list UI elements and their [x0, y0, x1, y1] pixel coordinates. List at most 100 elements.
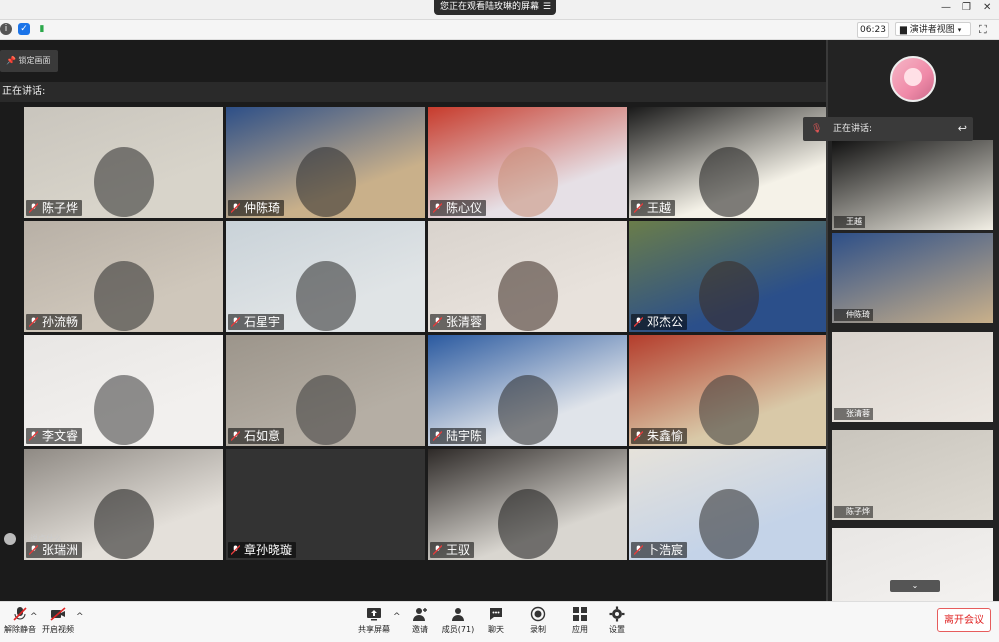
- invite-button[interactable]: 邀请: [400, 606, 440, 635]
- sidebar-video-tile[interactable]: 王越: [832, 140, 993, 230]
- participant-name-text: 王越: [647, 201, 672, 215]
- muted-mic-icon: [433, 203, 442, 213]
- participant-name: 仲陈琦: [228, 200, 285, 216]
- video-tile[interactable]: 卜浩宸: [629, 449, 828, 560]
- participant-name-text: 邓杰公: [647, 315, 684, 329]
- video-tile[interactable]: 石如意: [226, 335, 425, 446]
- record-button[interactable]: 录制: [518, 606, 558, 635]
- close-icon[interactable]: ✕: [983, 2, 991, 14]
- video-stage: 📌 锁定画面 正在讲话: 陈子烨 仲陈琦 陈心仪 王越 孙流畅 石星宇 张清蓉 邓杰公 李文睿 石…: [0, 40, 828, 601]
- chevron-down-icon[interactable]: ⌄: [890, 580, 940, 592]
- record-icon: [530, 606, 546, 622]
- video-tile[interactable]: 仲陈琦: [226, 107, 425, 218]
- participant-name-text: 孙流畅: [42, 315, 79, 329]
- speaking-popup: 🎙 正在讲话: ↩: [803, 117, 973, 141]
- avatar[interactable]: [890, 56, 936, 102]
- participant-name: 李文睿: [26, 428, 83, 444]
- restore-icon[interactable]: ❐: [962, 2, 971, 14]
- meeting-toolbar: 解除静音 ^ 开启视频 ^ 共享屏幕 ^ 邀请 成员(71) 聊天 录制 应用 …: [0, 601, 999, 642]
- chevron-up-icon[interactable]: ^: [76, 612, 84, 622]
- video-tile[interactable]: 陈子烨: [24, 107, 223, 218]
- chat-icon: [490, 608, 502, 620]
- hamburger-icon[interactable]: ☰: [543, 0, 551, 15]
- participant-name: 陈心仪: [430, 200, 487, 216]
- sidebar-video-tile[interactable]: 张清蓉: [832, 332, 993, 422]
- muted-mic-icon: [231, 431, 240, 441]
- share-screen-button[interactable]: 共享屏幕: [354, 606, 394, 635]
- video-tile[interactable]: 石星宇: [226, 221, 425, 332]
- leave-meeting-button[interactable]: 离开会议: [937, 608, 991, 632]
- screen-share-notice[interactable]: 您正在观看陆玫琳的屏幕 ☰: [434, 0, 556, 15]
- participant-name: 张清蓉: [834, 408, 873, 420]
- video-tile[interactable]: 章孙晓璇: [226, 449, 425, 560]
- video-tile[interactable]: 张清蓉: [428, 221, 627, 332]
- participant-name: 仲陈琦: [834, 309, 873, 321]
- participant-name: 王越: [631, 200, 676, 216]
- participant-name: 石星宇: [228, 314, 285, 330]
- muted-mic-icon: [29, 431, 38, 441]
- video-tile[interactable]: 邓杰公: [629, 221, 828, 332]
- start-video-button[interactable]: 开启视频: [38, 606, 78, 635]
- muted-mic-icon: [634, 545, 643, 555]
- meeting-info-bar: i ✓ ▮ 06:23 ▆ 演讲者视图 ▾ ⛶: [0, 20, 999, 40]
- signal-icon[interactable]: ▮: [36, 23, 48, 35]
- fullscreen-icon[interactable]: ⛶: [979, 23, 987, 37]
- video-tile[interactable]: 王越: [629, 107, 828, 218]
- video-tile[interactable]: 陆宇陈: [428, 335, 627, 446]
- video-tile[interactable]: 王驭: [428, 449, 627, 560]
- lock-view-label: 锁定画面: [18, 56, 51, 65]
- participant-name-text: 王越: [846, 217, 862, 226]
- participant-silhouette: [94, 375, 154, 445]
- pin-icon: 📌: [6, 56, 16, 65]
- participant-name-text: 章孙晓璇: [244, 543, 293, 557]
- participant-name-text: 仲陈琦: [244, 201, 281, 215]
- sidebar-video-tile[interactable]: 陈子烨: [832, 430, 993, 520]
- unmute-label: 解除静音: [4, 625, 36, 634]
- participant-silhouette: [498, 147, 558, 217]
- return-icon[interactable]: ↩: [958, 117, 967, 141]
- participant-silhouette: [498, 489, 558, 559]
- video-tile[interactable]: 陈心仪: [428, 107, 627, 218]
- participant-name-text: 陈子烨: [846, 507, 870, 516]
- participant-silhouette: [296, 375, 356, 445]
- participant-name-text: 仲陈琦: [846, 310, 870, 319]
- participant-silhouette: [699, 147, 759, 217]
- settings-button[interactable]: 设置: [597, 606, 637, 635]
- participant-silhouette: [94, 489, 154, 559]
- share-screen-label: 共享屏幕: [358, 625, 390, 634]
- lock-view-button[interactable]: 📌 锁定画面: [0, 50, 58, 72]
- apps-icon: [573, 607, 587, 621]
- muted-mic-icon: [231, 545, 240, 555]
- chat-button[interactable]: 聊天: [476, 606, 516, 635]
- video-off-icon: [50, 607, 66, 621]
- chat-hint[interactable]: 说点什么: [0, 530, 100, 548]
- shield-icon[interactable]: ✓: [18, 23, 30, 35]
- video-tile[interactable]: 李文睿: [24, 335, 223, 446]
- info-icon[interactable]: i: [0, 23, 12, 35]
- meeting-timer: 06:23: [857, 22, 889, 38]
- video-tile[interactable]: 孙流畅: [24, 221, 223, 332]
- participant-name: 陆宇陈: [430, 428, 487, 444]
- apps-button[interactable]: 应用: [560, 606, 600, 635]
- participant-name-text: 陈心仪: [446, 201, 483, 215]
- participant-name: 陈子烨: [26, 200, 83, 216]
- chevron-down-icon: ▾: [957, 26, 962, 34]
- muted-mic-icon: [29, 203, 38, 213]
- sidebar-video-tile[interactable]: 仲陈琦: [832, 233, 993, 323]
- start-video-label: 开启视频: [42, 625, 74, 634]
- speaking-popup-label: 正在讲话:: [833, 124, 873, 134]
- participant-silhouette: [699, 261, 759, 331]
- participants-label: 成员(71): [441, 625, 475, 634]
- participant-name-text: 朱鑫愉: [647, 429, 684, 443]
- chevron-up-icon[interactable]: ^: [30, 612, 38, 622]
- participant-name: 陈子烨: [834, 506, 873, 518]
- video-tile[interactable]: 朱鑫愉: [629, 335, 828, 446]
- participant-silhouette: [94, 261, 154, 331]
- participants-button[interactable]: 成员(71): [438, 606, 478, 635]
- view-mode-dropdown[interactable]: ▆ 演讲者视图 ▾: [895, 22, 971, 36]
- participant-name: 章孙晓璇: [228, 542, 297, 558]
- minimize-icon[interactable]: —: [941, 2, 951, 14]
- share-screen-icon: [367, 608, 381, 621]
- chat-label: 聊天: [488, 625, 504, 634]
- participant-name: 张清蓉: [430, 314, 487, 330]
